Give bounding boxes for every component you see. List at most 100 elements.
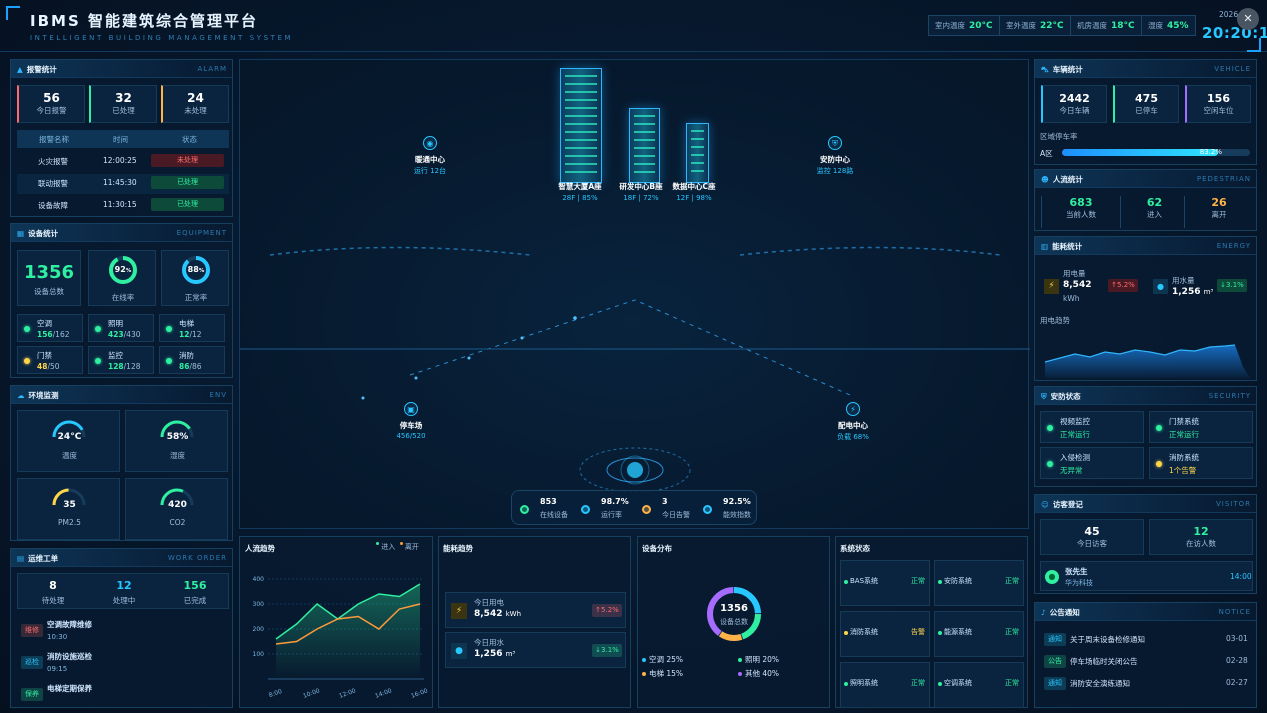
system-status-item[interactable]: 能源系统 正常 <box>934 611 1024 657</box>
pedestrian-panel: ☻ 人流统计 PEDESTRIAN 683 当前人数 62 进入 26 离开 <box>1034 169 1257 231</box>
device-donut <box>707 587 761 641</box>
panel-title: 环境监测 <box>28 391 59 400</box>
list-item[interactable]: 保养 电梯定期保养 <box>17 681 229 707</box>
system-status-item[interactable]: 消防系统 告警 <box>840 611 930 657</box>
legend-dot <box>642 658 646 662</box>
room-temp-chip: 机房温度 18°C <box>1070 15 1142 36</box>
status-dot <box>1047 461 1053 467</box>
kpi-dot <box>703 505 712 514</box>
status-dot <box>95 326 101 332</box>
people-in: 62 进入 <box>1125 196 1185 228</box>
alarm-panel: ▲ 报警统计 ALARM 56 今日报警 32 已处理 24 未处理 报警名称 时间 状态… <box>10 59 233 217</box>
panel-title: 人流统计 <box>1052 175 1083 184</box>
panel-title: 车辆统计 <box>1052 65 1083 74</box>
close-icon[interactable]: ✕ <box>1237 8 1259 30</box>
security-item[interactable]: 入侵检测 无异常 <box>1040 447 1144 479</box>
equipment-item[interactable]: 空调 156/162 <box>17 314 83 342</box>
status-dot <box>938 580 942 584</box>
env-metric-card: 35 PM2.5 <box>17 478 120 540</box>
panel-title: 访客登记 <box>1052 500 1083 509</box>
list-item[interactable]: 巡检 消防设施巡检 09:15 <box>17 649 229 677</box>
y-tick-label: 400 <box>253 576 265 583</box>
security-item[interactable]: 门禁系统 正常运行 <box>1149 411 1253 443</box>
status-dot <box>1047 425 1053 431</box>
center-scene: 853 在线设备 98.7% 运行率 3 今日告警 92.5% 能效指数 智慧大厦A座 28F … <box>239 59 1030 529</box>
order-type-badge: 保养 <box>21 688 43 701</box>
system-status-item[interactable]: 照明系统 正常 <box>840 662 930 708</box>
panel-title: 设备统计 <box>28 229 59 238</box>
order-type-badge: 维修 <box>21 624 43 637</box>
panel-title: 报警统计 <box>26 65 57 74</box>
notice-item[interactable]: 公告 停车场临时关闭公告 02-28 <box>1040 653 1253 671</box>
table-row[interactable]: 联动报警 11:45:30 已处理 <box>17 174 229 194</box>
status-dot <box>24 326 30 332</box>
env-metric-card: 420 CO2 <box>125 478 228 540</box>
visitor-record[interactable]: ● 张先生 华为科技 14:00 <box>1040 561 1253 591</box>
grid-icon: ▦ <box>17 229 25 238</box>
panel-title: 运维工单 <box>28 554 59 563</box>
bell-icon: ♪ <box>1041 608 1046 617</box>
legend-dot <box>738 672 742 676</box>
table-row[interactable]: 火灾报警 12:00:25 未处理 <box>17 152 229 172</box>
clock: 20:20:10 <box>1202 24 1267 42</box>
chart-icon: ▥ <box>1041 242 1049 251</box>
alarm-table-header: 报警名称 时间 状态 <box>17 130 229 148</box>
energy-trend-item: ⚡ 今日用电 8,542 kWh ↑5.2% <box>445 592 626 628</box>
building-model[interactable] <box>629 108 660 183</box>
panel-title: 安防状态 <box>1050 392 1081 401</box>
series-area <box>276 584 420 679</box>
scene-node[interactable]: ⚡ 配电中心 负载 68% <box>813 402 893 442</box>
security-item[interactable]: 视频监控 正常运行 <box>1040 411 1144 443</box>
status-dot <box>166 326 172 332</box>
equipment-panel: ▦ 设备统计 EQUIPMENT 1356 设备总数 92% 在线率 88% 正常率 … <box>10 223 233 378</box>
status-dot <box>1156 461 1162 467</box>
equipment-item[interactable]: 照明 423/430 <box>88 314 154 342</box>
equipment-item[interactable]: 消防 86/86 <box>159 346 225 374</box>
panel-en-title: ENV <box>209 391 227 399</box>
notice-item[interactable]: 通知 消防安全演练通知 02-27 <box>1040 675 1253 693</box>
notice-item[interactable]: 通知 关于周末设备检修通知 03-01 <box>1040 631 1253 649</box>
system-status-panel: 系统状态 BAS系统 正常 安防系统 正常 消防系统 告警 能源系统 正常 照明系统 正常 空调系统… <box>835 536 1028 708</box>
system-status-item[interactable]: 安防系统 正常 <box>934 560 1024 606</box>
status-dot <box>938 631 942 635</box>
vehicle-free-card: 156 空闲车位 <box>1185 85 1251 123</box>
humidity-chip: 湿度 45% <box>1141 15 1196 36</box>
panel-en-title: ENERGY <box>1216 242 1251 250</box>
alarm-pending-card: 24 未处理 <box>161 85 229 123</box>
status-dot <box>844 631 848 635</box>
equipment-item[interactable]: 门禁 48/50 <box>17 346 83 374</box>
app-title: IBMS 智能建筑综合管理平台 <box>30 12 258 30</box>
equipment-item[interactable]: 电梯 12/12 <box>159 314 225 342</box>
system-status-item[interactable]: 空调系统 正常 <box>934 662 1024 708</box>
building-model[interactable] <box>560 68 602 183</box>
table-row[interactable]: 设备故障 11:30:15 已处理 <box>17 196 229 216</box>
system-status-item[interactable]: BAS系统 正常 <box>840 560 930 606</box>
app-subtitle: INTELLIGENT BUILDING MANAGEMENT SYSTEM <box>30 34 294 42</box>
scene-node[interactable]: ⛨ 安防中心 监控 128路 <box>795 136 875 176</box>
visitor-inside: 12 在访人数 <box>1149 519 1253 555</box>
lightning-icon: ⚡ <box>846 402 860 416</box>
indoor-temp-chip: 室内温度 20°C <box>928 15 1000 36</box>
status-badge: 已处理 <box>151 176 224 189</box>
env-metric-card: 24°C 温度 <box>17 410 120 472</box>
building-model[interactable] <box>686 123 709 183</box>
visitor-panel: ☺ 访客登记 VISITOR 45 今日访客 12 在访人数 ● 张先生 华为科技 14… <box>1034 494 1257 594</box>
status-dot <box>844 682 848 686</box>
kpi-dot <box>520 505 529 514</box>
list-item[interactable]: 维修 空调故障维修 10:30 <box>17 617 229 645</box>
donut-label: 设备总数 <box>720 618 748 626</box>
elec-trend-chart <box>1045 344 1250 378</box>
water-drop-icon: ● <box>1153 279 1168 294</box>
legend-item: 照明 20% <box>738 654 779 665</box>
equipment-item[interactable]: 监控 128/128 <box>88 346 154 374</box>
vehicle-panel: ⛍ 车辆统计 VEHICLE 2442 今日车辆 475 已停车 156 空闲车位 区域停… <box>1034 59 1257 165</box>
panel-en-title: WORK ORDER <box>167 554 227 562</box>
users-icon: ☻ <box>1041 175 1049 184</box>
scene-node[interactable]: ▣ 停车场 456/520 <box>371 402 451 440</box>
env-panel: ☁ 环境监测 ENV 24°C 温度 58% 湿度 35 PM2.5 420 CO2 <box>10 385 233 541</box>
security-item[interactable]: 消防系统 1个告警 <box>1149 447 1253 479</box>
status-badge: 已处理 <box>151 198 224 211</box>
elec-value: 8,542 <box>1063 280 1092 290</box>
scene-node[interactable]: ◉ 暖通中心 运行 12台 <box>390 136 470 176</box>
panel-en-title: EQUIPMENT <box>176 229 227 237</box>
